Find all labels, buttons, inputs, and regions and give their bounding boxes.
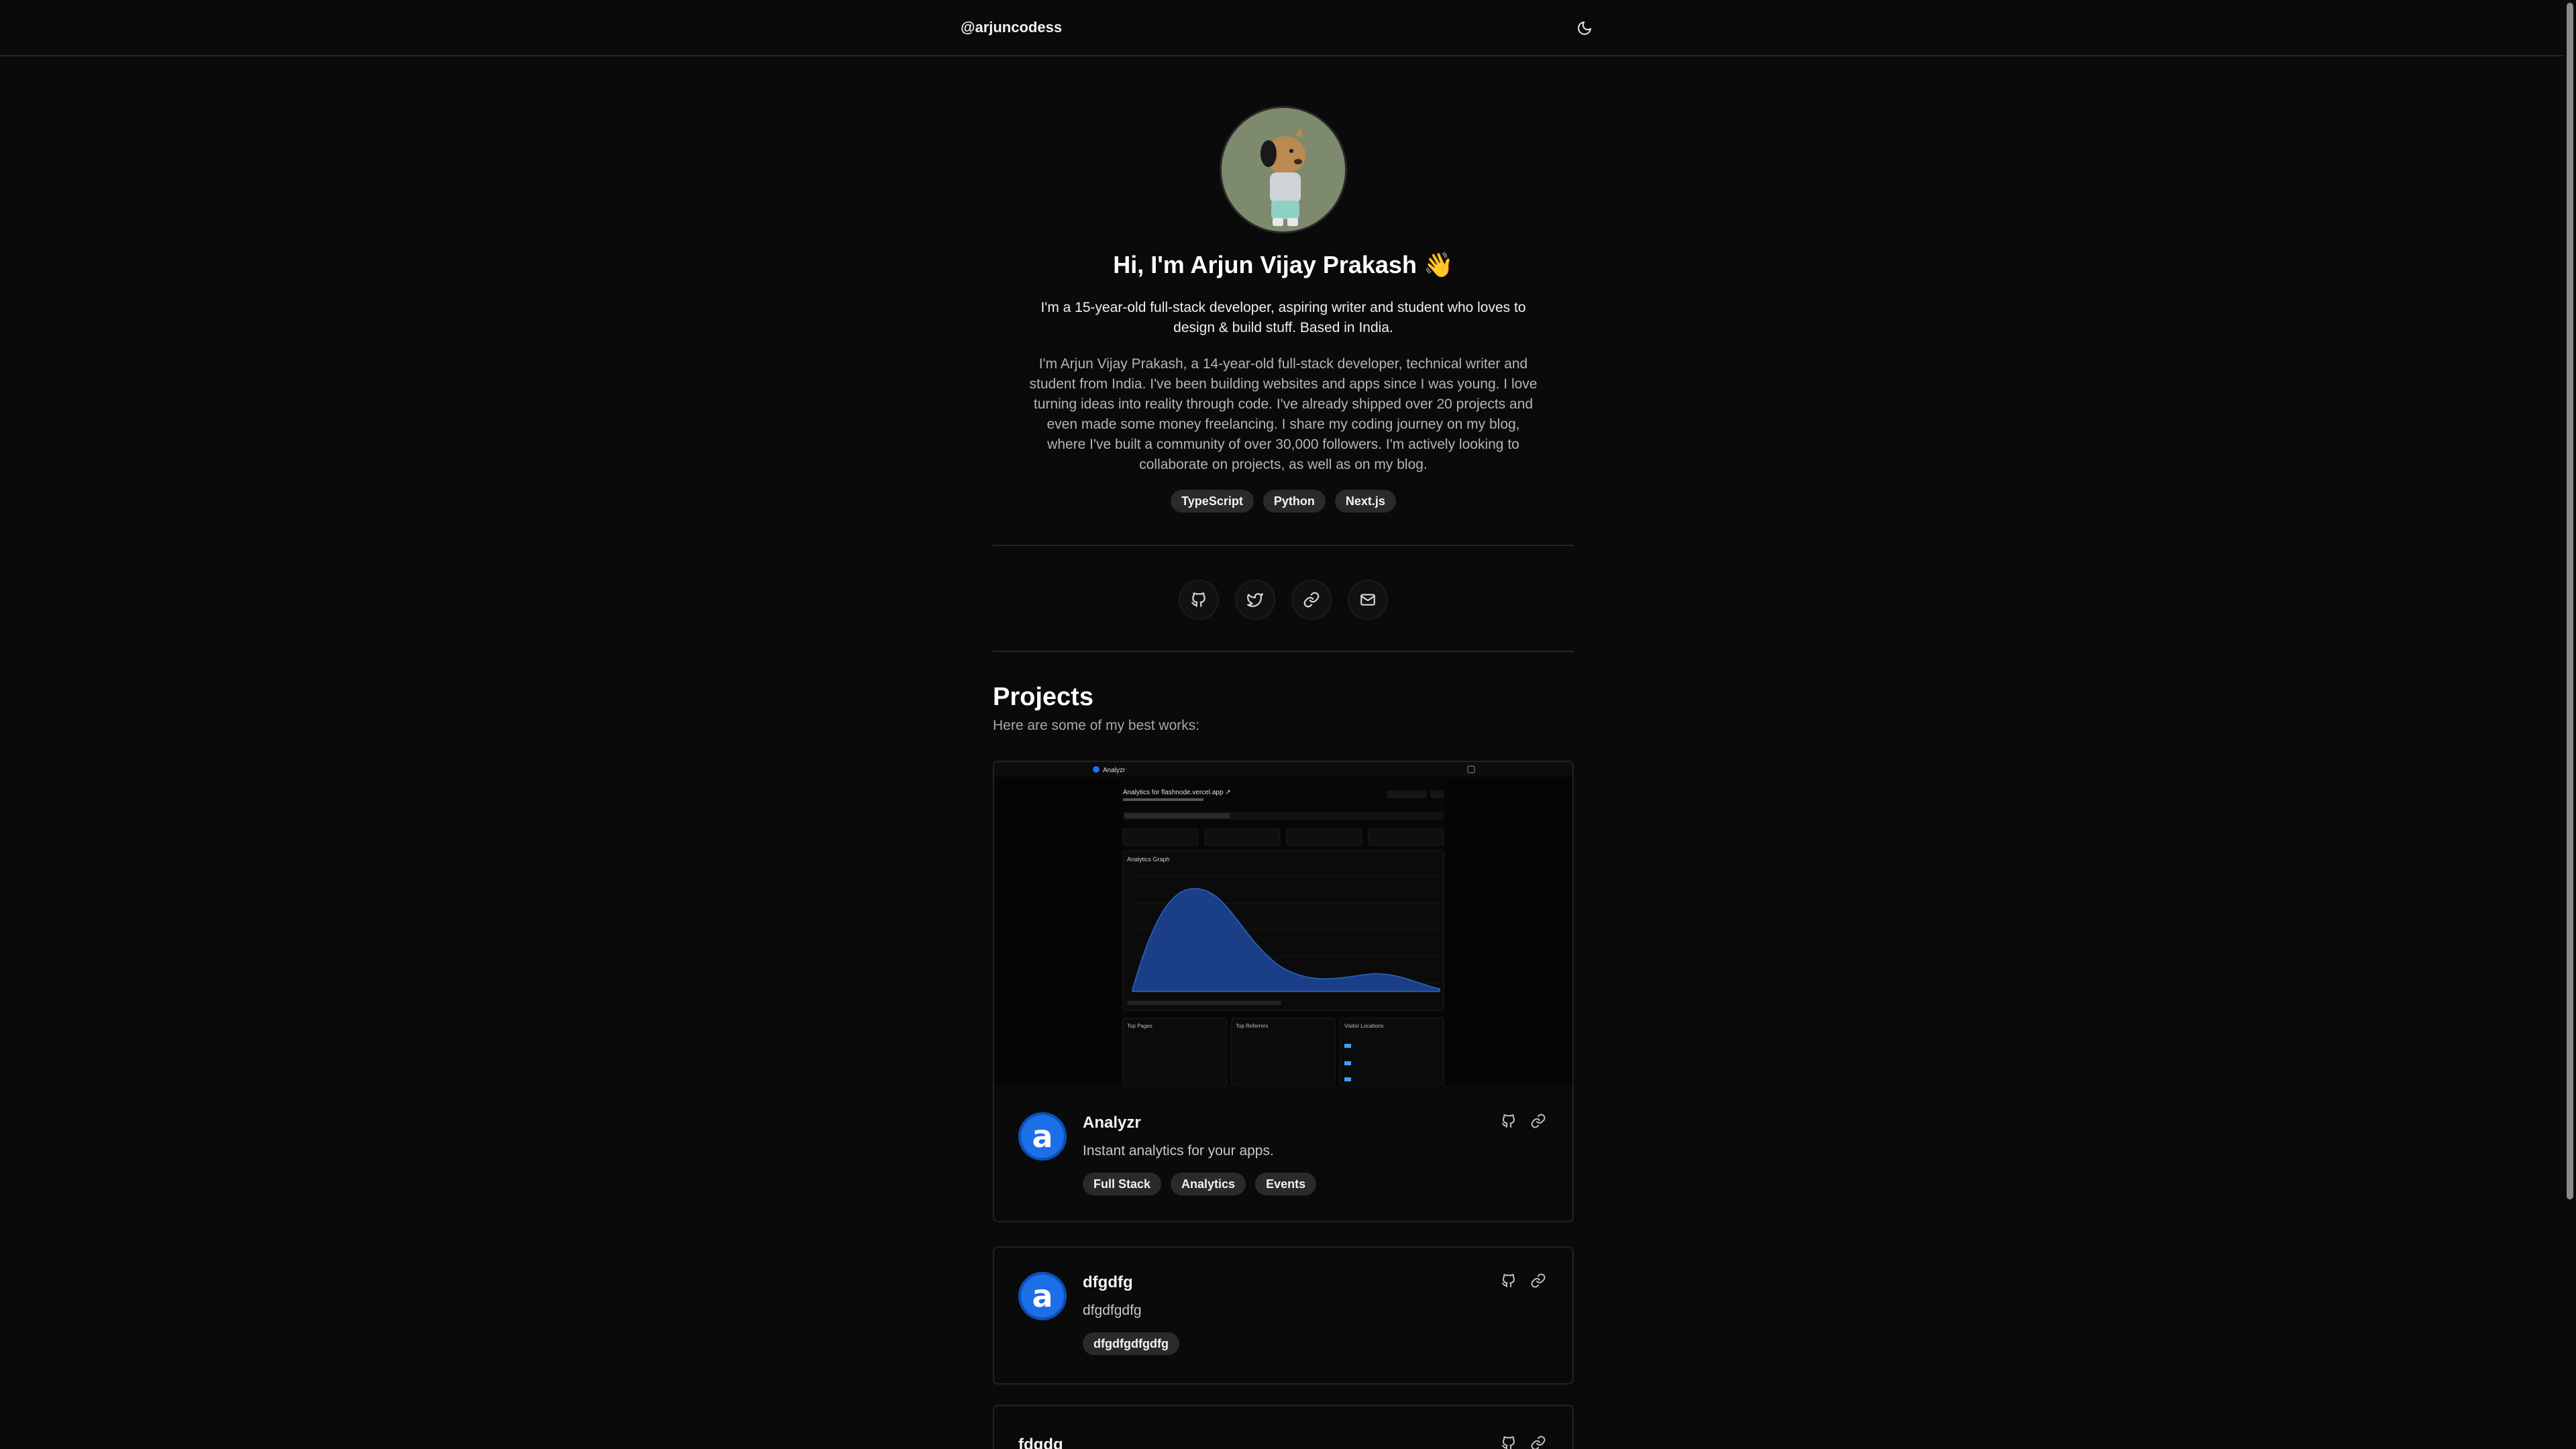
project-screenshot: Analyzr Analytics for flashnode.vercel.a… — [994, 762, 1572, 1086]
divider — [993, 651, 1574, 652]
shot-panel-label: Top Pages — [1127, 1023, 1152, 1029]
mail-icon — [1360, 594, 1375, 606]
project-logo-letter: a — [1032, 1278, 1053, 1314]
link-icon — [1531, 1436, 1546, 1449]
page-title: Hi, I'm Arjun Vijay Prakash 👋 — [1113, 251, 1454, 278]
projects-section-subtitle: Here are some of my best works: — [993, 718, 1200, 733]
github-icon — [1502, 1114, 1515, 1128]
project-title: Analyzr — [1083, 1114, 1141, 1132]
skill-badge: TypeScript — [1171, 490, 1254, 513]
project-title: fdgdg — [1018, 1436, 1063, 1449]
github-icon — [1191, 592, 1205, 607]
divider — [993, 545, 1574, 546]
project-tag: dfgdfgdfgdfg — [1083, 1332, 1179, 1355]
shot-panel-label: Top Referrers — [1236, 1023, 1268, 1029]
project-logo: a — [1018, 1112, 1067, 1161]
project-card[interactable]: Analyzr Analytics for flashnode.vercel.a… — [993, 761, 1574, 1222]
project-live-link[interactable] — [1528, 1111, 1548, 1131]
project-github-link[interactable] — [1499, 1111, 1519, 1131]
twitter-icon — [1247, 593, 1263, 607]
shot-graph-title: Analytics Graph — [1127, 856, 1170, 863]
project-tags: dfgdfgdfgdfg — [1083, 1332, 1179, 1355]
project-actions — [1499, 1111, 1548, 1131]
project-github-link[interactable] — [1499, 1271, 1519, 1291]
skills-list: TypeScript Python Next.js — [993, 490, 1574, 513]
dog-avatar-illustration — [1222, 108, 1345, 231]
project-tag: Full Stack — [1083, 1173, 1162, 1195]
twitter-link[interactable] — [1235, 580, 1275, 620]
project-actions — [1499, 1433, 1548, 1449]
website-link[interactable] — [1291, 580, 1332, 620]
skill-badge: Next.js — [1334, 490, 1396, 513]
project-github-link[interactable] — [1499, 1433, 1519, 1449]
project-card[interactable]: fdgdg — [993, 1405, 1574, 1449]
projects-section-title: Projects — [993, 683, 1093, 711]
project-live-link[interactable] — [1528, 1433, 1548, 1449]
github-link[interactable] — [1179, 580, 1219, 620]
project-title: dfgdfg — [1083, 1273, 1133, 1291]
hero-lead-text: I'm a 15-year-old full-stack developer, … — [1040, 300, 1526, 335]
link-icon — [1303, 592, 1320, 608]
social-links — [993, 580, 1574, 620]
link-icon — [1531, 1273, 1546, 1288]
project-screenshot-image: Analyzr Analytics for flashnode.vercel.a… — [994, 762, 1572, 1086]
shot-app-name: Analyzr — [1103, 767, 1126, 774]
project-tags: Full Stack Analytics Events — [1083, 1173, 1317, 1195]
github-icon — [1502, 1436, 1515, 1449]
shot-heading: Analytics for flashnode.vercel.app ↗ — [1123, 789, 1231, 796]
top-navbar: @arjuncodess — [0, 0, 2564, 56]
project-tag: Events — [1255, 1173, 1317, 1195]
email-link[interactable] — [1348, 580, 1388, 620]
project-card[interactable]: a dfgdfg dfgdfgdfg dfgdfgdfgdfg — [993, 1246, 1574, 1385]
link-icon — [1531, 1114, 1546, 1128]
moon-icon — [1578, 21, 1591, 35]
project-description: Instant analytics for your apps. — [1083, 1143, 1274, 1159]
scrollbar-thumb[interactable] — [2567, 3, 2573, 1199]
site-brand-link[interactable]: @arjuncodess — [961, 19, 1062, 36]
hero-bio-text: I'm Arjun Vijay Prakash, a 14-year-old f… — [1029, 356, 1538, 472]
skill-badge: Python — [1263, 490, 1326, 513]
theme-toggle-button[interactable] — [1574, 17, 1595, 39]
project-logo: a — [1018, 1272, 1067, 1320]
project-live-link[interactable] — [1528, 1271, 1548, 1291]
project-description: dfgdfgdfg — [1083, 1303, 1142, 1318]
project-tag: Analytics — [1171, 1173, 1246, 1195]
project-logo-letter: a — [1032, 1118, 1053, 1155]
project-actions — [1499, 1271, 1548, 1291]
github-icon — [1502, 1274, 1515, 1287]
avatar — [1220, 106, 1347, 233]
shot-panel-label: Visitor Locations — [1344, 1023, 1384, 1029]
